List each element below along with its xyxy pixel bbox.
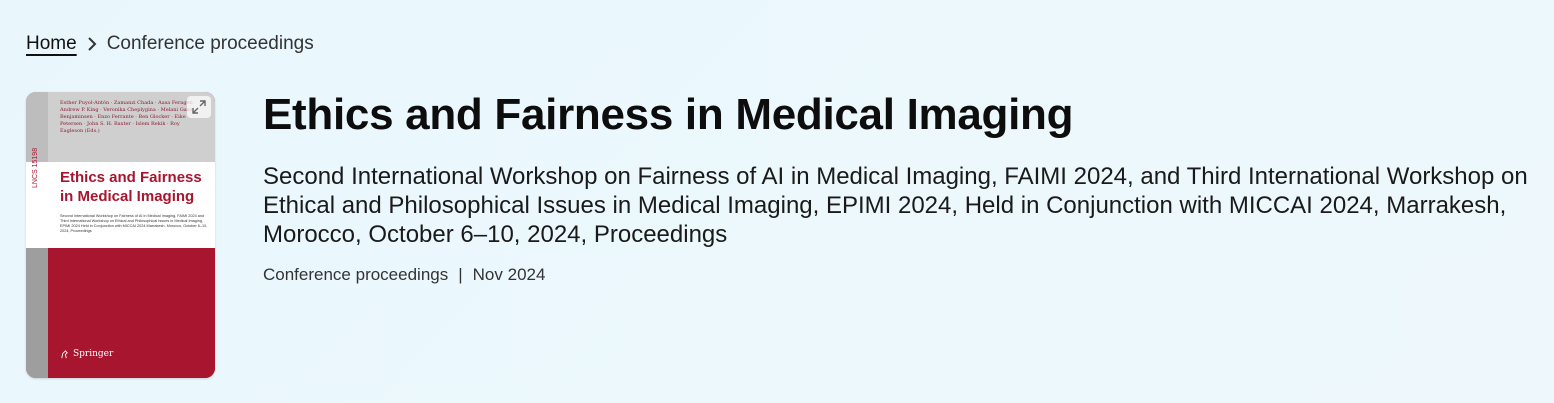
- springer-horse-icon: [61, 349, 68, 358]
- book-subtitle: Second International Workshop on Fairnes…: [263, 163, 1528, 248]
- cover-authors: Esther Puyol-Antón · Zamanzi Chada · Aas…: [60, 100, 196, 134]
- breadcrumb-current: Conference proceedings: [106, 33, 314, 54]
- cover-publisher: Springer: [60, 349, 113, 359]
- publication-date: Nov 2024: [472, 265, 546, 284]
- breadcrumb-home-link[interactable]: Home: [26, 33, 77, 55]
- content-type: Conference proceedings: [263, 265, 449, 284]
- meta-separator: |: [458, 265, 463, 284]
- book-cover[interactable]: LNCS 15198 Esther Puyol-Antón · Zamanzi …: [26, 92, 215, 378]
- breadcrumb: Home Conference proceedings: [26, 33, 314, 55]
- cover-publisher-label: Springer: [73, 349, 114, 359]
- expand-arrows-icon: [192, 100, 206, 114]
- book-meta: Conference proceedings | Nov 2024: [263, 265, 545, 285]
- cover-subtitle: Second International Workshop on Fairnes…: [60, 214, 208, 233]
- expand-icon[interactable]: [187, 96, 211, 118]
- cover-series-label: LNCS 15198: [32, 147, 39, 188]
- cover-title: Ethics and Fairness in Medical Imaging: [60, 169, 202, 205]
- chevron-right-icon: [87, 37, 97, 51]
- cover-spine-lower: [26, 248, 48, 378]
- book-title: Ethics and Fairness in Medical Imaging: [263, 90, 1074, 139]
